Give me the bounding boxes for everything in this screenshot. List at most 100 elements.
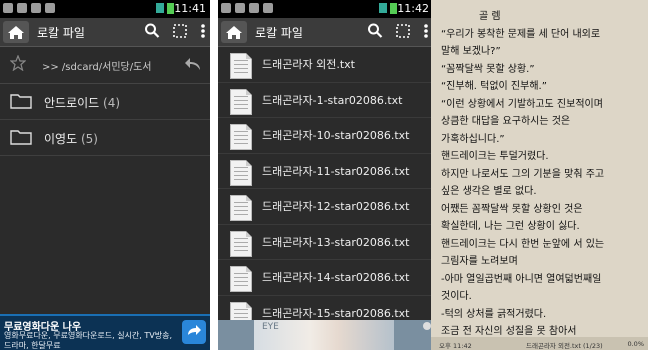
- text-line: 상큼한 대답을 요구하시는 것은: [441, 116, 571, 127]
- select-icon[interactable]: [395, 22, 411, 40]
- arrow-right-icon: [188, 325, 201, 335]
- file-row[interactable]: 드래곤라자-1-star02086.txt: [218, 83, 433, 118]
- text-line: “꼼짝달싹 못할 상황.”: [441, 63, 535, 75]
- status-time: 11:42: [397, 2, 429, 15]
- status-bar: 11:41: [0, 0, 210, 18]
- action-bar-icons: [367, 22, 429, 40]
- text-file-icon: [230, 124, 252, 150]
- notification-icon: [45, 3, 55, 13]
- text-line: “이런 상황에서 기발하고도 진보적이며: [441, 98, 603, 110]
- folder-count: (5): [80, 132, 98, 146]
- star-icon[interactable]: [10, 55, 26, 71]
- text-line: 가혹하십니다.”: [441, 133, 505, 145]
- ad-subtitle: 영화무료다운, 무료영화다운로드, 실시간, TV방송, 드라마, 한달무료: [4, 331, 172, 350]
- text-file-icon: [230, 88, 252, 115]
- reader-text-area[interactable]: 골 렘 “우리가 봉착한 문제를 세 단어 내외로 말해 보겠나?” “꼼짝달싹…: [431, 0, 648, 337]
- reader-time: 오후 11:42: [439, 342, 472, 350]
- battery-icon: [390, 3, 397, 14]
- text-line: 핸드레이크는 투덜거렸다.: [441, 151, 549, 162]
- file-name: 드래곤라자-12-star02086.txt: [262, 200, 410, 213]
- ad-open-button[interactable]: [182, 320, 206, 344]
- notification-icon: [235, 3, 245, 13]
- text-line: 핸드레이크는 다시 한번 눈앞에 서 있는: [441, 238, 605, 250]
- folder-icon: [10, 94, 32, 109]
- folder-icon: [10, 130, 32, 145]
- folder-name: 이영도: [44, 132, 78, 146]
- current-path: >> /sdcard/서민당/도서: [42, 62, 152, 73]
- reader-file-info: 드래곤라자 외전.txt (1/23): [526, 342, 603, 350]
- file-name: 드래곤라자-14-star02086.txt: [262, 271, 410, 284]
- file-browser-folders-screen: 11:41 로칼 파일 >> /sdcard/서민당/도서 안드로이드 (4) …: [0, 0, 210, 350]
- file-row[interactable]: 드래곤라자-11-star02086.txt: [218, 154, 433, 189]
- text-line: -턱의 상처를 긁적거렸다.: [441, 308, 547, 320]
- overflow-menu-icon[interactable]: [200, 22, 206, 40]
- text-line: 말해 보겠나?”: [441, 46, 501, 57]
- ad-logo-text: EYE: [262, 322, 279, 332]
- signal-icon: [156, 3, 164, 13]
- file-name: 드래곤라자-1-star02086.txt: [262, 93, 403, 107]
- battery-icon: [167, 3, 174, 14]
- status-time: 11:41: [174, 2, 206, 15]
- reader-progress-percent: 0.0%: [627, 340, 644, 348]
- text-line: “우리가 봉착한 문제를 세 단어 내외로: [441, 28, 601, 40]
- notification-icon: [263, 3, 273, 13]
- text-line: 어쨌든 꼼짝달싹 못할 상황인 것은: [441, 203, 583, 215]
- text-line: 것이다.: [441, 291, 472, 302]
- text-line: 확실한데, 나는 그런 상황이 싫다.: [441, 221, 580, 232]
- text-line: 싶은 생각은 별로 없다.: [441, 186, 537, 197]
- notification-icons: [3, 3, 55, 13]
- search-icon[interactable]: [367, 22, 383, 40]
- file-row[interactable]: 드래곤라자 외전.txt: [218, 47, 433, 83]
- chapter-title: 골 렘: [479, 11, 501, 22]
- notification-icon: [249, 3, 259, 13]
- home-icon: [3, 21, 29, 43]
- home-icon: [221, 21, 247, 43]
- text-file-icon: [230, 266, 252, 292]
- action-bar: 로칼 파일: [218, 18, 433, 47]
- screen-title: 로칼 파일: [255, 26, 303, 40]
- back-arrow-icon[interactable]: [184, 57, 202, 71]
- ad-banner[interactable]: 무료영화다운 나우 영화무료다운, 무료영화다운로드, 실시간, TV방송, 드…: [0, 314, 210, 350]
- home-button[interactable]: [221, 21, 247, 43]
- search-icon[interactable]: [144, 22, 160, 40]
- text-line: “진부해. 턱없이 진부해.”: [441, 81, 547, 92]
- file-name: 드래곤라자-11-star02086.txt: [262, 164, 410, 178]
- text-file-icon: [230, 53, 252, 79]
- file-name: 드래곤라자-15-star02086.txt: [262, 306, 410, 320]
- text-line: -아마 열일곱번째 아니면 열여덟번째일: [441, 273, 602, 285]
- file-list: 드래곤라자 외전.txt 드래곤라자-1-star02086.txt 드래곤라자…: [218, 47, 433, 331]
- notification-icon: [31, 3, 41, 13]
- signal-icon: [379, 3, 387, 13]
- notification-icon: [17, 3, 27, 13]
- folder-row[interactable]: 이영도 (5): [0, 120, 210, 156]
- file-name: 드래곤라자-10-star02086.txt: [262, 129, 410, 142]
- ad-info-icon[interactable]: [423, 322, 431, 330]
- file-row[interactable]: 드래곤라자-10-star02086.txt: [218, 118, 433, 154]
- file-row[interactable]: 드래곤라자-13-star02086.txt: [218, 225, 433, 260]
- status-bar: 11:42: [218, 0, 433, 18]
- action-bar-icons: [144, 22, 206, 40]
- folder-row[interactable]: 안드로이드 (4): [0, 84, 210, 120]
- file-name: 드래곤라자 외전.txt: [262, 58, 355, 71]
- ad-banner[interactable]: EYE: [218, 320, 433, 350]
- text-line: 그림자를 노려보며: [441, 256, 518, 267]
- notification-icon: [3, 3, 13, 13]
- notification-icons: [221, 3, 273, 13]
- overflow-menu-icon[interactable]: [423, 22, 429, 40]
- folder-name: 안드로이드: [44, 96, 100, 110]
- action-bar: 로칼 파일: [0, 18, 210, 47]
- folder-count: (4): [103, 96, 121, 110]
- select-icon[interactable]: [172, 22, 188, 40]
- text-file-icon: [230, 195, 252, 221]
- file-row[interactable]: 드래곤라자-14-star02086.txt: [218, 260, 433, 296]
- text-reader-screen: 골 렘 “우리가 봉착한 문제를 세 단어 내외로 말해 보겠나?” “꼼짝달싹…: [431, 0, 648, 350]
- text-file-icon: [230, 159, 252, 186]
- notification-icon: [221, 3, 231, 13]
- file-row[interactable]: 드래곤라자-12-star02086.txt: [218, 189, 433, 225]
- signal-battery-icons: [156, 3, 174, 14]
- path-bar: >> /sdcard/서민당/도서: [0, 47, 210, 84]
- signal-battery-icons: [379, 3, 397, 14]
- home-button[interactable]: [3, 21, 29, 43]
- text-file-icon: [230, 230, 252, 257]
- file-browser-files-screen: 11:42 로칼 파일 드래곤라자 외전.txt 드래곤라자-1-star020…: [218, 0, 433, 350]
